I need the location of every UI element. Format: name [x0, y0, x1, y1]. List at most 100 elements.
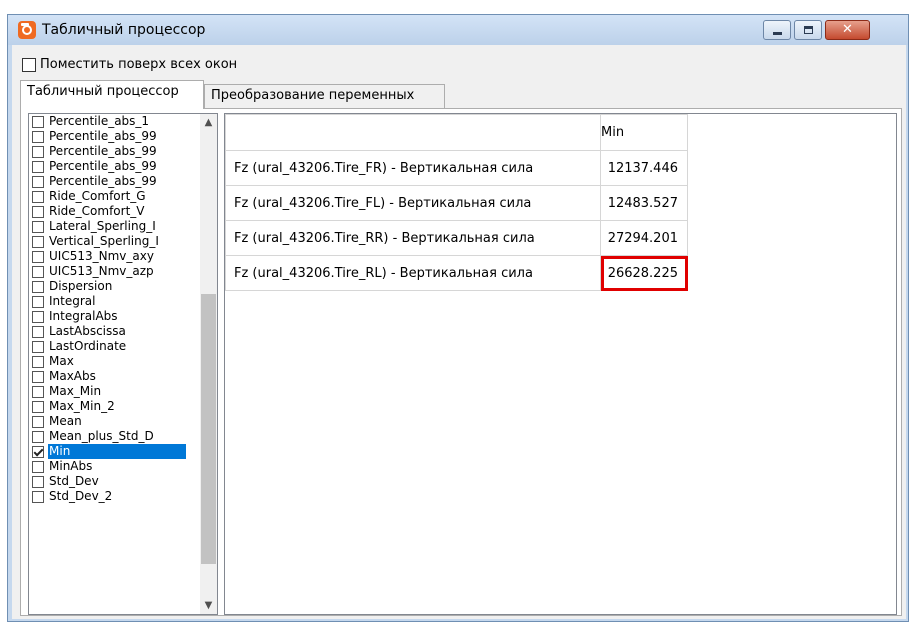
function-checkbox[interactable] [32, 415, 44, 428]
function-list-item[interactable]: Std_Dev_2 [29, 489, 201, 504]
function-label: Percentile_abs_99 [49, 129, 157, 143]
min-value-cell[interactable]: 12137.446 [600, 150, 688, 186]
min-value-cell[interactable]: 12483.527 [600, 185, 688, 221]
function-label: Dispersion [49, 279, 113, 293]
function-label: Ride_Comfort_G [49, 189, 146, 203]
variable-name-cell[interactable]: Fz (ural_43206.Tire_RL) - Вертикальная с… [225, 255, 601, 291]
function-list-item[interactable]: Percentile_abs_1 [29, 114, 201, 129]
function-checkbox[interactable] [32, 145, 44, 158]
column-header-min[interactable]: Min [600, 114, 688, 151]
always-on-top-checkbox[interactable] [22, 57, 36, 72]
function-list-item[interactable]: Max_Min_2 [29, 399, 201, 414]
function-checkbox[interactable] [32, 430, 44, 443]
function-checkbox[interactable] [32, 370, 44, 383]
function-checkbox[interactable] [32, 340, 44, 353]
function-list-item[interactable]: Percentile_abs_99 [29, 159, 201, 174]
close-icon: ✕ [842, 22, 853, 37]
variable-name-cell[interactable]: Fz (ural_43206.Tire_FL) - Вертикальная с… [225, 185, 601, 221]
function-list-item[interactable]: Percentile_abs_99 [29, 174, 201, 189]
maximize-icon [795, 21, 821, 39]
function-checkbox[interactable] [32, 220, 44, 233]
function-checkbox[interactable] [32, 265, 44, 278]
function-checkbox[interactable] [32, 190, 44, 203]
function-list-item[interactable]: Integral [29, 294, 201, 309]
function-list-item[interactable]: IntegralAbs [29, 309, 201, 324]
function-list-item[interactable]: Std_Dev [29, 474, 201, 489]
function-checkbox[interactable] [32, 235, 44, 248]
table-row[interactable]: Fz (ural_43206.Tire_RR) - Вертикальная с… [225, 220, 688, 256]
function-checkbox[interactable] [32, 250, 44, 263]
function-checkbox[interactable] [32, 445, 44, 458]
function-list-item[interactable]: Ride_Comfort_G [29, 189, 201, 204]
table-row[interactable]: Fz (ural_43206.Tire_FL) - Вертикальная с… [225, 185, 688, 221]
function-checkbox[interactable] [32, 295, 44, 308]
function-list-item[interactable]: LastAbscissa [29, 324, 201, 339]
function-list-item[interactable]: UIC513_Nmv_axy [29, 249, 201, 264]
function-list-item[interactable]: Mean [29, 414, 201, 429]
function-checkbox[interactable] [32, 385, 44, 398]
min-value-cell[interactable]: 27294.201 [600, 220, 688, 256]
function-list-item[interactable]: Percentile_abs_99 [29, 129, 201, 144]
function-list-item[interactable]: MinAbs [29, 459, 201, 474]
function-list-items: Percentile_abs_1 Percentile_abs_99 Percent… [29, 114, 201, 504]
function-label: Percentile_abs_1 [49, 114, 150, 128]
scroll-up-icon[interactable]: ▲ [200, 114, 217, 131]
function-label: LastOrdinate [49, 339, 127, 353]
function-checkbox[interactable] [32, 130, 44, 143]
tab-table-processor[interactable]: Табличный процессор [20, 80, 204, 109]
function-label: Min [48, 444, 186, 459]
column-header-name[interactable] [225, 114, 601, 151]
function-label: UIC513_Nmv_azp [49, 264, 154, 278]
function-list-item[interactable]: Max [29, 354, 201, 369]
function-label: MinAbs [49, 459, 93, 473]
results-grid: Min Fz (ural_43206.Tire_FR) - Вертикальна… [224, 113, 897, 615]
function-checkbox[interactable] [32, 205, 44, 218]
scrollbar-thumb[interactable] [201, 294, 216, 564]
function-list-item[interactable]: Max_Min [29, 384, 201, 399]
minimize-icon [764, 21, 790, 39]
function-label: Mean [49, 414, 82, 428]
variable-name-cell[interactable]: Fz (ural_43206.Tire_FR) - Вертикальная с… [225, 150, 601, 186]
function-checkbox[interactable] [32, 280, 44, 293]
maximize-button[interactable] [794, 20, 822, 40]
function-checkbox[interactable] [32, 325, 44, 338]
function-list-scrollbar[interactable]: ▲ ▼ [200, 114, 217, 614]
always-on-top-option[interactable]: Поместить поверх всех окон [22, 57, 237, 72]
function-list-item[interactable]: LastOrdinate [29, 339, 201, 354]
function-label: Percentile_abs_99 [49, 174, 157, 188]
function-list-item[interactable]: UIC513_Nmv_azp [29, 264, 201, 279]
title-bar[interactable]: Табличный процессор ✕ [8, 15, 908, 45]
function-list-item[interactable]: Percentile_abs_99 [29, 144, 201, 159]
function-checkbox[interactable] [32, 490, 44, 503]
table-row[interactable]: Fz (ural_43206.Tire_RL) - Вертикальная с… [225, 255, 688, 291]
minimize-button[interactable] [763, 20, 791, 40]
scroll-down-icon[interactable]: ▼ [200, 597, 217, 614]
close-button[interactable]: ✕ [825, 20, 870, 40]
tab-variable-transform[interactable]: Преобразование переменных [204, 84, 445, 108]
function-checkbox[interactable] [32, 175, 44, 188]
function-checkbox[interactable] [32, 310, 44, 323]
function-list-item[interactable]: Ride_Comfort_V [29, 204, 201, 219]
function-checkbox[interactable] [32, 475, 44, 488]
function-list-item[interactable]: Min [29, 444, 201, 459]
results-table: Min Fz (ural_43206.Tire_FR) - Вертикальна… [225, 114, 688, 291]
variable-name-cell[interactable]: Fz (ural_43206.Tire_RR) - Вертикальная с… [225, 220, 601, 256]
function-checkbox[interactable] [32, 460, 44, 473]
function-list-item[interactable]: Vertical_Sperling_I [29, 234, 201, 249]
function-checkbox[interactable] [32, 115, 44, 128]
function-label: MaxAbs [49, 369, 96, 383]
window-title: Табличный процессор [42, 22, 206, 38]
min-value-cell-highlighted[interactable]: 26628.225 [600, 255, 688, 291]
function-checklist[interactable]: Percentile_abs_1 Percentile_abs_99 Percent… [28, 113, 218, 615]
app-logo-icon [18, 21, 36, 39]
function-checkbox[interactable] [32, 160, 44, 173]
function-checkbox[interactable] [32, 400, 44, 413]
function-list-item[interactable]: Dispersion [29, 279, 201, 294]
function-label: Ride_Comfort_V [49, 204, 145, 218]
function-list-item[interactable]: Lateral_Sperling_I [29, 219, 201, 234]
function-checkbox[interactable] [32, 355, 44, 368]
table-row[interactable]: Fz (ural_43206.Tire_FR) - Вертикальная с… [225, 150, 688, 186]
function-label: Percentile_abs_99 [49, 159, 157, 173]
function-list-item[interactable]: MaxAbs [29, 369, 201, 384]
function-list-item[interactable]: Mean_plus_Std_D [29, 429, 201, 444]
